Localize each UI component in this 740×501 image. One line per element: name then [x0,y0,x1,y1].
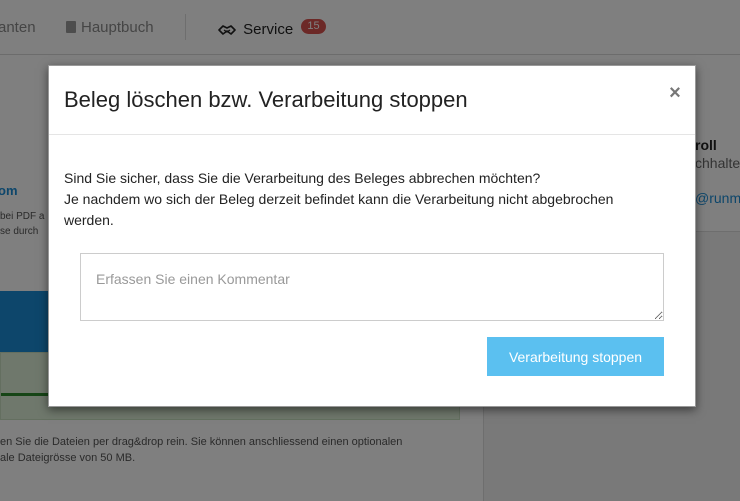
dialog-header: Beleg löschen bzw. Verarbeitung stoppen … [49,66,695,135]
dialog-message-line: Je nachdem wo sich der Beleg derzeit bef… [64,191,614,228]
dialog-message: Sind Sie sicher, dass Sie die Verarbeitu… [64,168,654,231]
dialog-title: Beleg löschen bzw. Verarbeitung stoppen [64,87,468,112]
comment-textarea[interactable] [80,253,664,321]
stop-processing-button[interactable]: Verarbeitung stoppen [487,337,664,376]
dialog-message-line: Sind Sie sicher, dass Sie die Verarbeitu… [64,170,541,186]
stop-processing-dialog: Beleg löschen bzw. Verarbeitung stoppen … [48,65,696,407]
close-icon[interactable]: × [666,83,684,103]
